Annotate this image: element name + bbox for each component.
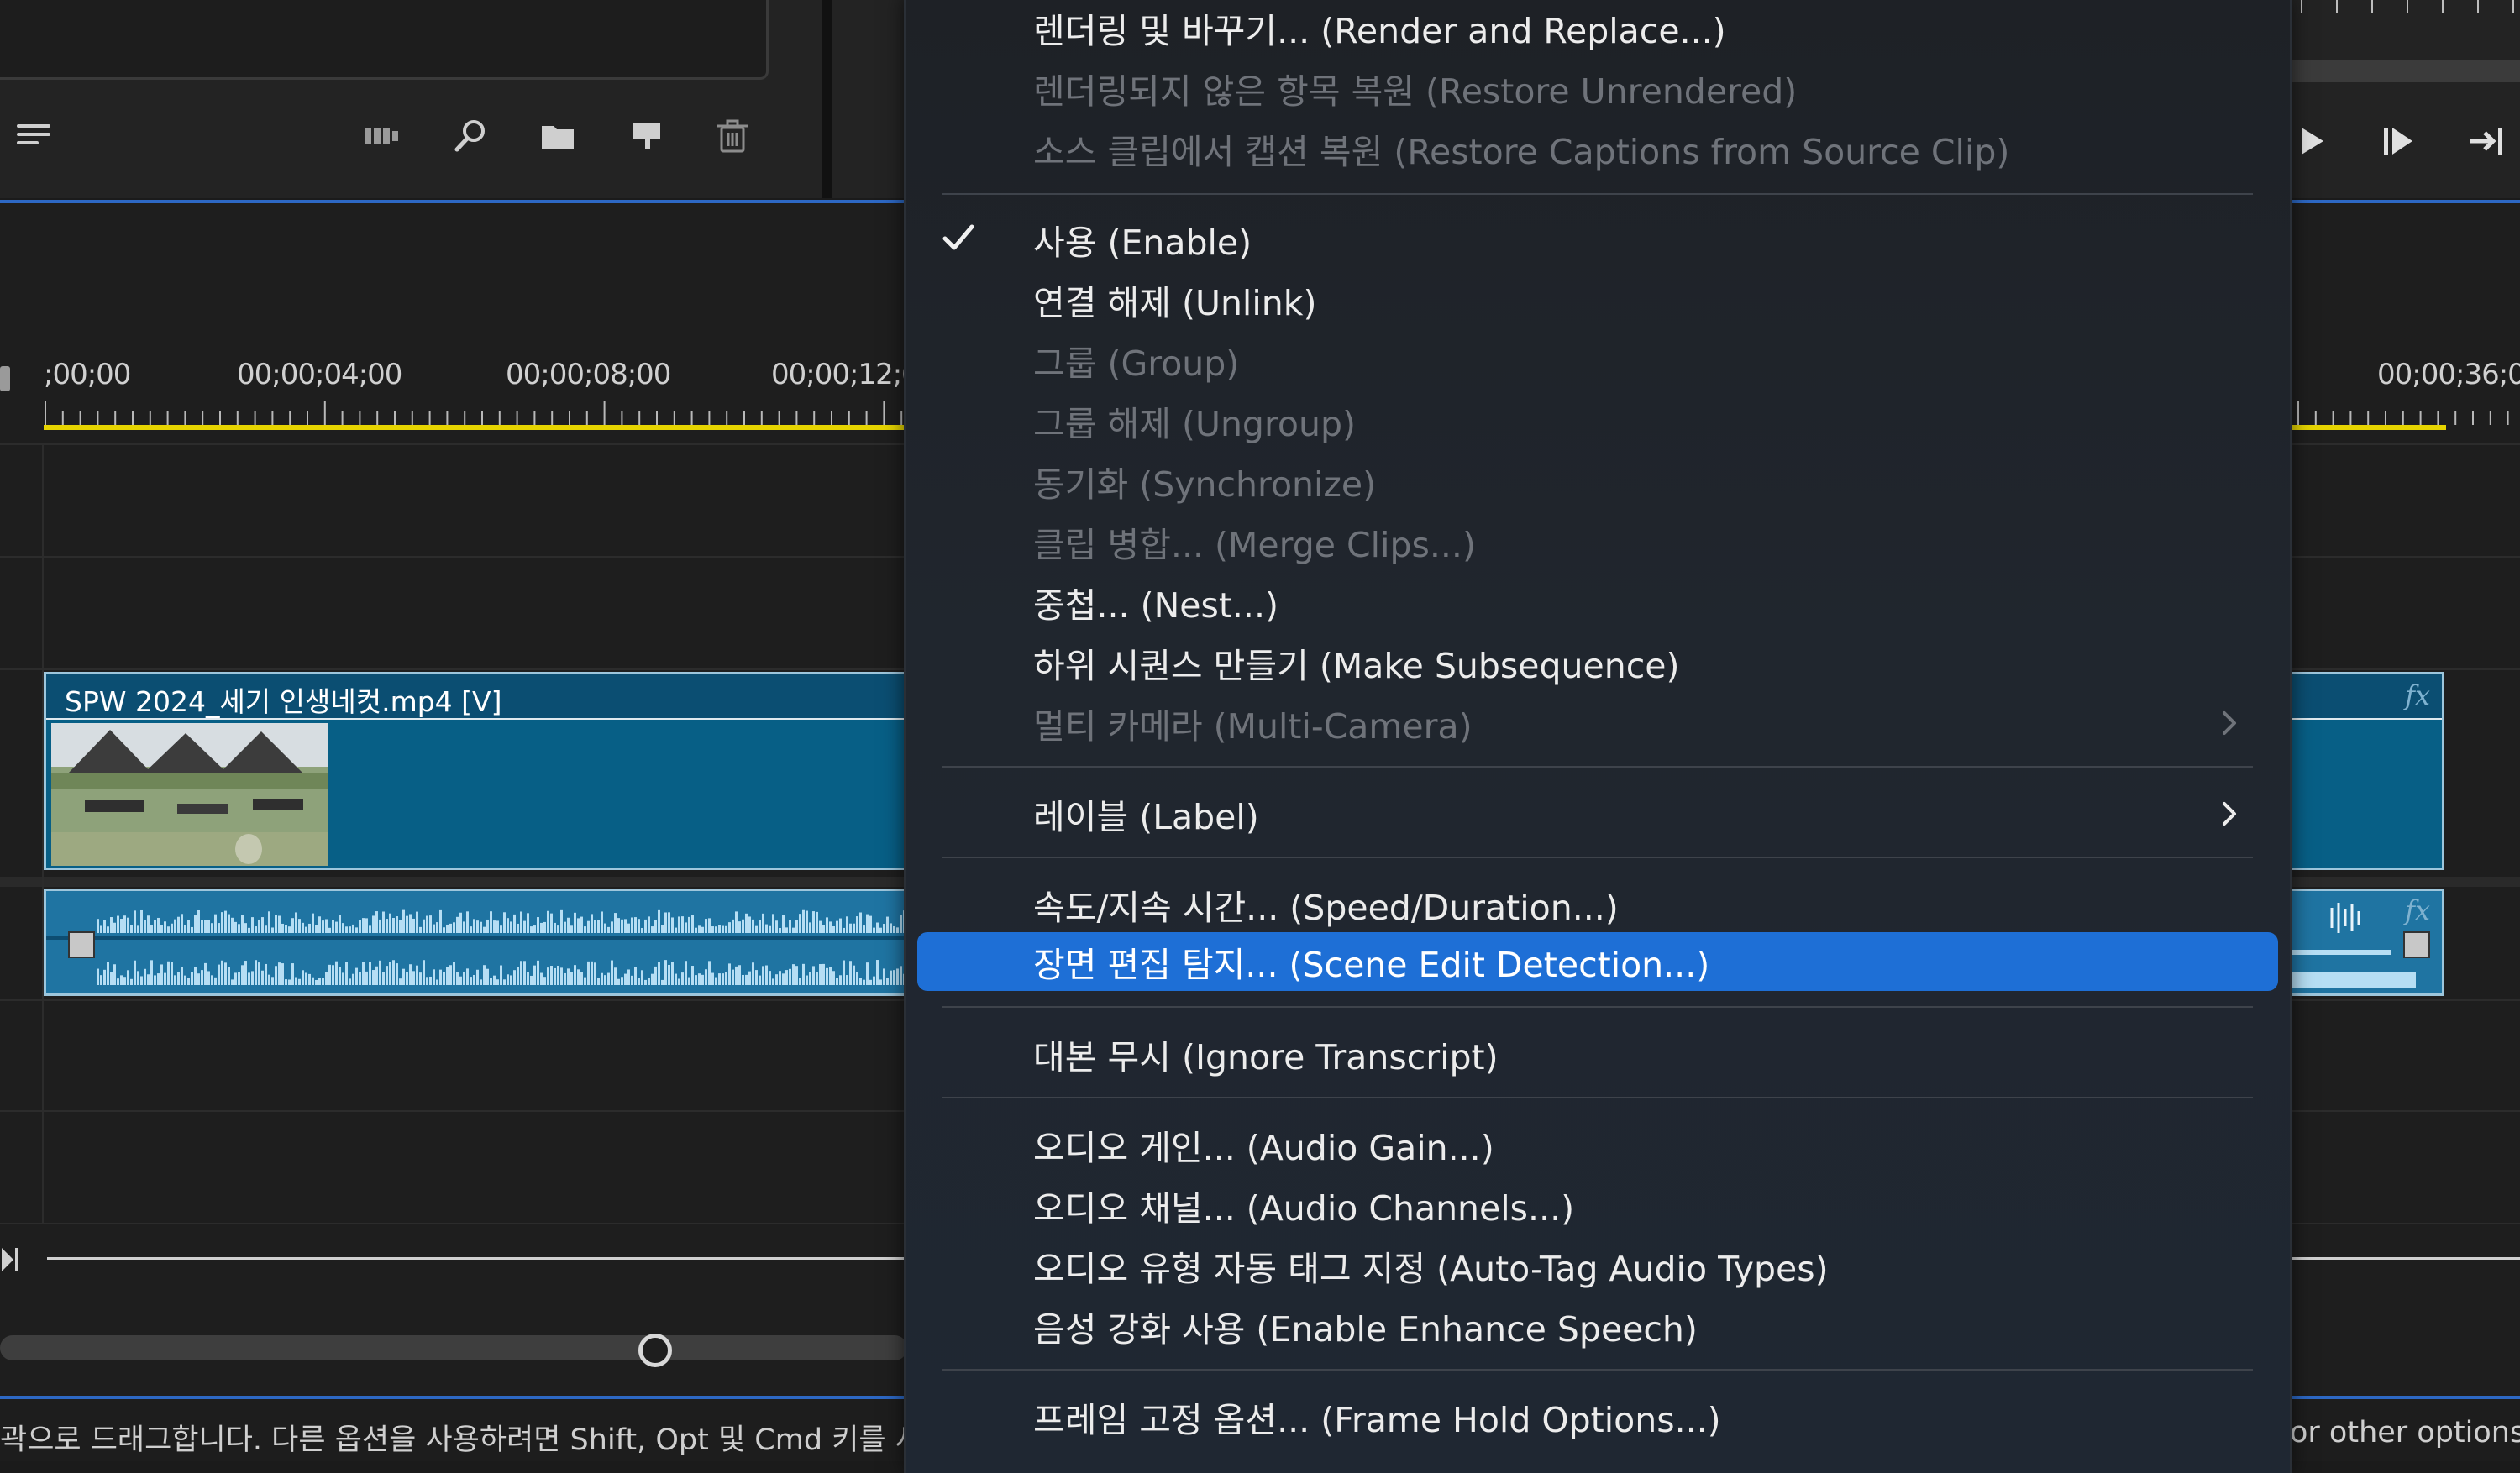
program-monitor-ruler (2301, 0, 2514, 13)
track-targeting-icon[interactable] (0, 366, 10, 391)
clip-name: SPW 2024_세기 인생네컷.mp4 [V] (65, 685, 502, 718)
status-hint-text-right: or other options.) (2290, 1416, 2520, 1449)
menu-item-enable[interactable]: 사용 (Enable) (917, 210, 2278, 269)
program-monitor-scrub-bar[interactable] (2290, 60, 2520, 82)
menu-item-ungroup: 그룹 해제 (Ungroup) (917, 391, 2278, 450)
track-line (2290, 1257, 2520, 1260)
menu-item-label: 멀티 카메라 (Multi-Camera) (1033, 706, 1473, 747)
menu-item-label: 오디오 게인... (Audio Gain...) (1033, 1128, 1494, 1168)
timeline-panel-header (832, 0, 904, 198)
menu-item-auto-tag-audio[interactable]: 오디오 유형 자동 태그 지정 (Auto-Tag Audio Types) (917, 1236, 2278, 1295)
menu-item-scene-edit-detection[interactable]: 장면 편집 탐지... (Scene Edit Detection...) (917, 932, 2278, 991)
ruler-label: 00;00;12;0 (771, 358, 920, 391)
menu-item-multi-camera: 멀티 카메라 (Multi-Camera) (917, 694, 2278, 752)
clip-thumbnail (51, 723, 328, 866)
menu-item-label: 중첩... (Nest...) (1033, 585, 1278, 626)
menu-separator (942, 1006, 2253, 1008)
work-area-bar[interactable] (44, 425, 904, 430)
work-area-bar[interactable] (2290, 425, 2446, 430)
new-item-icon[interactable] (622, 111, 672, 161)
go-to-out-point-icon[interactable] (2465, 118, 2512, 165)
status-hint-text: 곽으로 드래그합니다. 다른 옵션을 사용하려면 Shift, Opt 및 Cm… (0, 1423, 922, 1457)
menu-item-synchronize: 동기화 (Synchronize) (917, 452, 2278, 511)
program-monitor-panel (2290, 0, 2520, 198)
ruler-label: 00;00;08;00 (506, 358, 671, 391)
menu-item-label: 사용 (Enable) (1033, 223, 1252, 263)
menu-item-label: 오디오 유형 자동 태그 지정 (Auto-Tag Audio Types) (1033, 1249, 1829, 1289)
volume-keyframe[interactable] (2403, 931, 2430, 958)
menu-item-restore-unrendered: 렌더링되지 않은 항목 복원 (Restore Unrendered) (917, 59, 2278, 118)
timeline-ruler-ticks[interactable] (44, 401, 904, 425)
menu-item-unlink[interactable]: 연결 해제 (Unlink) (917, 270, 2278, 329)
menu-item-label: 하위 시퀀스 만들기 (Make Subsequence) (1033, 646, 1680, 686)
volume-keyframe[interactable] (68, 931, 95, 958)
timeline-zoom-handle[interactable] (638, 1334, 672, 1367)
menu-item-group: 그룹 (Group) (917, 331, 2278, 390)
menu-item-label: 음성 강화 사용 (Enable Enhance Speech) (1033, 1309, 1698, 1350)
menu-separator (942, 1369, 2253, 1371)
menu-item-nest[interactable]: 중첩... (Nest...) (917, 573, 2278, 632)
new-bin-icon[interactable] (533, 111, 583, 161)
step-forward-icon[interactable] (2376, 118, 2423, 165)
track-line (47, 1257, 904, 1260)
menu-separator (942, 193, 2253, 195)
menu-separator (942, 766, 2253, 768)
menu-item-make-subsequence[interactable]: 하위 시퀀스 만들기 (Make Subsequence) (917, 633, 2278, 692)
menu-item-label: 렌더링되지 않은 항목 복원 (Restore Unrendered) (1033, 71, 1798, 112)
menu-item-merge-clips: 클립 병합... (Merge Clips...) (917, 512, 2278, 571)
menu-item-label: 클립 병합... (Merge Clips...) (1033, 525, 1476, 565)
checkmark-icon (942, 224, 974, 250)
menu-item-label: 연결 해제 (Unlink) (1033, 283, 1317, 323)
menu-item-ignore-transcript[interactable]: 대본 무시 (Ignore Transcript) (917, 1025, 2278, 1083)
trash-icon[interactable] (707, 111, 758, 161)
clip-context-menu: 렌더링 및 바꾸기... (Render and Replace...) 렌더링… (904, 0, 2292, 1473)
track-collapse-icon[interactable] (0, 1245, 25, 1275)
clip-title-bar: fx (2290, 674, 2442, 720)
timeline-ruler-ticks[interactable] (2290, 401, 2520, 425)
menu-item-label: 프레임 고정 옵션... (Frame Hold Options...) (1033, 1400, 1721, 1440)
menu-item-label: 그룹 해제 (Ungroup) (1033, 404, 1357, 444)
audio-clip[interactable] (44, 889, 909, 996)
search-icon[interactable] (445, 111, 496, 161)
fx-icon: fx (2405, 679, 2430, 711)
clip-title-bar: SPW 2024_세기 인생네컷.mp4 [V] (46, 674, 906, 720)
video-clip[interactable]: SPW 2024_세기 인생네컷.mp4 [V] (44, 672, 909, 870)
menu-item-label-submenu[interactable]: 레이블 (Label) (917, 784, 2278, 843)
audio-clip[interactable]: fx (2290, 889, 2444, 996)
ruler-label: 00;00;04;00 (237, 358, 402, 391)
menu-item-label: 렌더링 및 바꾸기... (Render and Replace...) (1033, 11, 1726, 51)
menu-item-label: 장면 편집 탐지... (Scene Edit Detection...) (1033, 945, 1710, 985)
menu-item-label: 동기화 (Synchronize) (1033, 464, 1377, 505)
timeline-zoom-scrollbar[interactable] (0, 1335, 907, 1360)
menu-item-speed-duration[interactable]: 속도/지속 시간... (Speed/Duration...) (917, 875, 2278, 934)
list-view-icon[interactable] (8, 111, 59, 161)
panel-divider[interactable] (822, 0, 832, 198)
automate-to-sequence-icon[interactable] (356, 111, 407, 161)
menu-item-label: 대본 무시 (Ignore Transcript) (1033, 1037, 1499, 1077)
menu-item-label: 그룹 (Group) (1033, 343, 1240, 384)
menu-item-label: 레이블 (Label) (1033, 797, 1259, 837)
video-clip[interactable]: fx (2290, 672, 2444, 870)
menu-item-restore-captions: 소스 클립에서 캡션 복원 (Restore Captions from Sou… (917, 119, 2278, 178)
play-icon[interactable] (2288, 118, 2335, 165)
ruler-label: 00;00;36;0 (2377, 358, 2520, 391)
menu-item-enhance-speech[interactable]: 음성 강화 사용 (Enable Enhance Speech) (917, 1297, 2278, 1355)
menu-item-label: 소스 클립에서 캡션 복원 (Restore Captions from Sou… (1033, 132, 2010, 172)
menu-separator (942, 1097, 2253, 1098)
project-panel (0, 0, 840, 198)
chevron-right-icon (2223, 802, 2236, 826)
menu-item-frame-hold-options[interactable]: 프레임 고정 옵션... (Frame Hold Options...) (917, 1387, 2278, 1446)
menu-item-label: 오디오 채널... (Audio Channels...) (1033, 1188, 1575, 1229)
menu-item-audio-gain[interactable]: 오디오 게인... (Audio Gain...) (917, 1115, 2278, 1174)
project-preview-area (0, 0, 769, 80)
menu-separator (942, 857, 2253, 858)
menu-item-audio-channels[interactable]: 오디오 채널... (Audio Channels...) (917, 1176, 2278, 1234)
menu-item-label: 속도/지속 시간... (Speed/Duration...) (1033, 888, 1619, 928)
chevron-right-icon (2223, 711, 2236, 735)
fx-icon: fx (2405, 894, 2430, 926)
ruler-label: ;00;00 (44, 358, 131, 391)
menu-item-render-and-replace[interactable]: 렌더링 및 바꾸기... (Render and Replace...) (917, 0, 2278, 57)
